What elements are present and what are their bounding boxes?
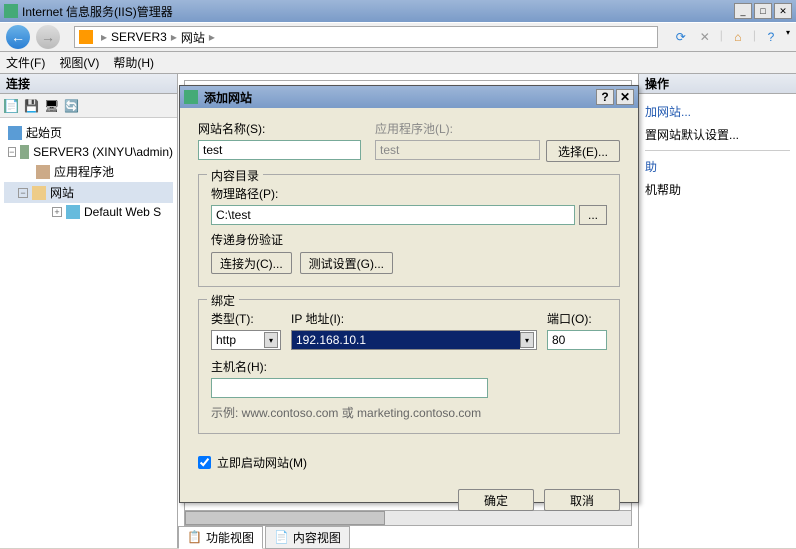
collapse-icon[interactable]: − xyxy=(18,188,28,198)
window-title: Internet 信息服务(IIS)管理器 xyxy=(22,3,734,20)
menu-bar: 文件(F) 视图(V) 帮助(H) xyxy=(0,52,796,74)
folder-icon xyxy=(79,30,93,44)
connections-panel: 连接 📄 💾 🖥 🔄 起始页 − SERVER3 (XINYU\admin) 应… xyxy=(0,74,178,548)
back-button[interactable]: ← xyxy=(6,25,30,49)
nav-toolbar: ← → ▸ SERVER3 ▸ 网站 ▸ ⟳ ✕ | ⌂ | ? ▾ xyxy=(0,22,796,52)
breadcrumb-server[interactable]: SERVER3 xyxy=(111,30,167,44)
chevron-down-icon: ▾ xyxy=(264,332,278,348)
auth-label: 传递身份验证 xyxy=(211,231,607,248)
tree-start-page[interactable]: 起始页 xyxy=(4,122,173,143)
help-icon[interactable]: ? xyxy=(762,28,780,46)
dialog-icon xyxy=(184,90,198,104)
tab-content-view[interactable]: 📄 内容视图 xyxy=(265,526,350,549)
menu-file[interactable]: 文件(F) xyxy=(6,54,45,71)
dialog-help-button[interactable]: ? xyxy=(596,89,614,105)
action-online-help[interactable]: 机帮助 xyxy=(645,178,790,201)
binding-legend: 绑定 xyxy=(207,292,239,309)
dialog-title: 添加网站 xyxy=(204,89,594,106)
tree-default-site[interactable]: + Default Web S xyxy=(4,203,173,221)
save-icon[interactable]: 💾 xyxy=(24,99,38,113)
connections-tree: 起始页 − SERVER3 (XINYU\admin) 应用程序池 − 网站 +… xyxy=(0,118,177,548)
chevron-down-icon: ▾ xyxy=(520,332,534,348)
type-label: 类型(T): xyxy=(211,310,281,327)
port-label: 端口(O): xyxy=(547,310,607,327)
start-icon xyxy=(8,126,22,140)
breadcrumb-sites[interactable]: 网站 xyxy=(181,29,205,46)
select-apppool-button[interactable]: 选择(E)... xyxy=(546,140,620,162)
content-icon: 📄 xyxy=(274,530,289,544)
add-website-dialog: 添加网站 ? ✕ 网站名称(S): 应用程序池(L): 选择(E)... 内容目… xyxy=(179,85,639,503)
maximize-button[interactable]: □ xyxy=(754,3,772,19)
menu-help[interactable]: 帮助(H) xyxy=(113,54,154,71)
binding-group: 绑定 类型(T): http ▾ IP 地址(I): 192.168.10.1 … xyxy=(198,299,620,434)
apppool-input xyxy=(375,140,540,160)
breadcrumb[interactable]: ▸ SERVER3 ▸ 网站 ▸ xyxy=(74,26,658,48)
connect-icon[interactable]: 📄 xyxy=(4,99,18,113)
ip-value: 192.168.10.1 xyxy=(292,331,520,349)
connections-header: 连接 xyxy=(0,74,177,94)
features-icon: 📋 xyxy=(187,530,202,544)
server-node-icon xyxy=(20,145,30,159)
dialog-titlebar: 添加网站 ? ✕ xyxy=(180,86,638,108)
physpath-input[interactable] xyxy=(211,205,575,225)
dialog-close-button[interactable]: ✕ xyxy=(616,89,634,105)
actions-panel: 操作 加网站... 置网站默认设置... 助 机帮助 xyxy=(638,74,796,548)
autostart-label: 立即启动网站(M) xyxy=(217,454,307,471)
tree-sites[interactable]: − 网站 xyxy=(4,182,173,203)
ip-select[interactable]: 192.168.10.1 ▾ xyxy=(291,330,537,350)
physpath-label: 物理路径(P): xyxy=(211,185,607,202)
autostart-checkbox-row: 立即启动网站(M) xyxy=(198,454,620,471)
hostname-input[interactable] xyxy=(211,378,488,398)
collapse-icon[interactable]: − xyxy=(8,147,16,157)
sitename-label: 网站名称(S): xyxy=(198,120,361,137)
connect-as-button[interactable]: 连接为(C)... xyxy=(211,252,292,274)
hostname-example: 示例: www.contoso.com 或 marketing.contoso.… xyxy=(211,404,607,421)
browse-button[interactable]: ... xyxy=(579,205,607,225)
window-titlebar: Internet 信息服务(IIS)管理器 _ □ ✕ xyxy=(0,0,796,22)
server-icon[interactable]: 🖥 xyxy=(44,99,58,113)
stop-icon[interactable]: ✕ xyxy=(696,28,714,46)
sitename-input[interactable] xyxy=(198,140,361,160)
content-legend: 内容目录 xyxy=(207,167,263,184)
actions-header: 操作 xyxy=(639,74,796,94)
action-site-defaults[interactable]: 置网站默认设置... xyxy=(645,123,790,146)
apppool-label: 应用程序池(L): xyxy=(375,120,620,137)
type-select[interactable]: http ▾ xyxy=(211,330,281,350)
home-icon[interactable]: ⌂ xyxy=(729,28,747,46)
connections-toolbar: 📄 💾 🖥 🔄 xyxy=(0,94,177,118)
apppool-icon xyxy=(36,165,50,179)
ok-button[interactable]: 确定 xyxy=(458,489,534,511)
expand-icon[interactable]: + xyxy=(52,207,62,217)
tab-features-view[interactable]: 📋 功能视图 xyxy=(178,526,263,549)
sites-icon xyxy=(32,186,46,200)
view-tabs: 📋 功能视图 📄 内容视图 xyxy=(178,526,350,548)
action-help[interactable]: 助 xyxy=(645,155,790,178)
content-directory-group: 内容目录 物理路径(P): ... 传递身份验证 连接为(C)... 测试设置(… xyxy=(198,174,620,287)
menu-view[interactable]: 视图(V) xyxy=(59,54,99,71)
tree-server[interactable]: − SERVER3 (XINYU\admin) xyxy=(4,143,173,161)
hostname-label: 主机名(H): xyxy=(211,358,607,375)
site-icon xyxy=(66,205,80,219)
cancel-button[interactable]: 取消 xyxy=(544,489,620,511)
minimize-button[interactable]: _ xyxy=(734,3,752,19)
refresh-icon[interactable]: ⟳ xyxy=(672,28,690,46)
tree-app-pools[interactable]: 应用程序池 xyxy=(4,161,173,182)
test-settings-button[interactable]: 测试设置(G)... xyxy=(300,252,393,274)
action-add-site[interactable]: 加网站... xyxy=(645,100,790,123)
port-input[interactable] xyxy=(547,330,607,350)
close-button[interactable]: ✕ xyxy=(774,3,792,19)
app-icon xyxy=(4,4,18,18)
ip-label: IP 地址(I): xyxy=(291,310,537,327)
autostart-checkbox[interactable] xyxy=(198,456,211,469)
forward-button[interactable]: → xyxy=(36,25,60,49)
refresh-icon[interactable]: 🔄 xyxy=(64,99,78,113)
